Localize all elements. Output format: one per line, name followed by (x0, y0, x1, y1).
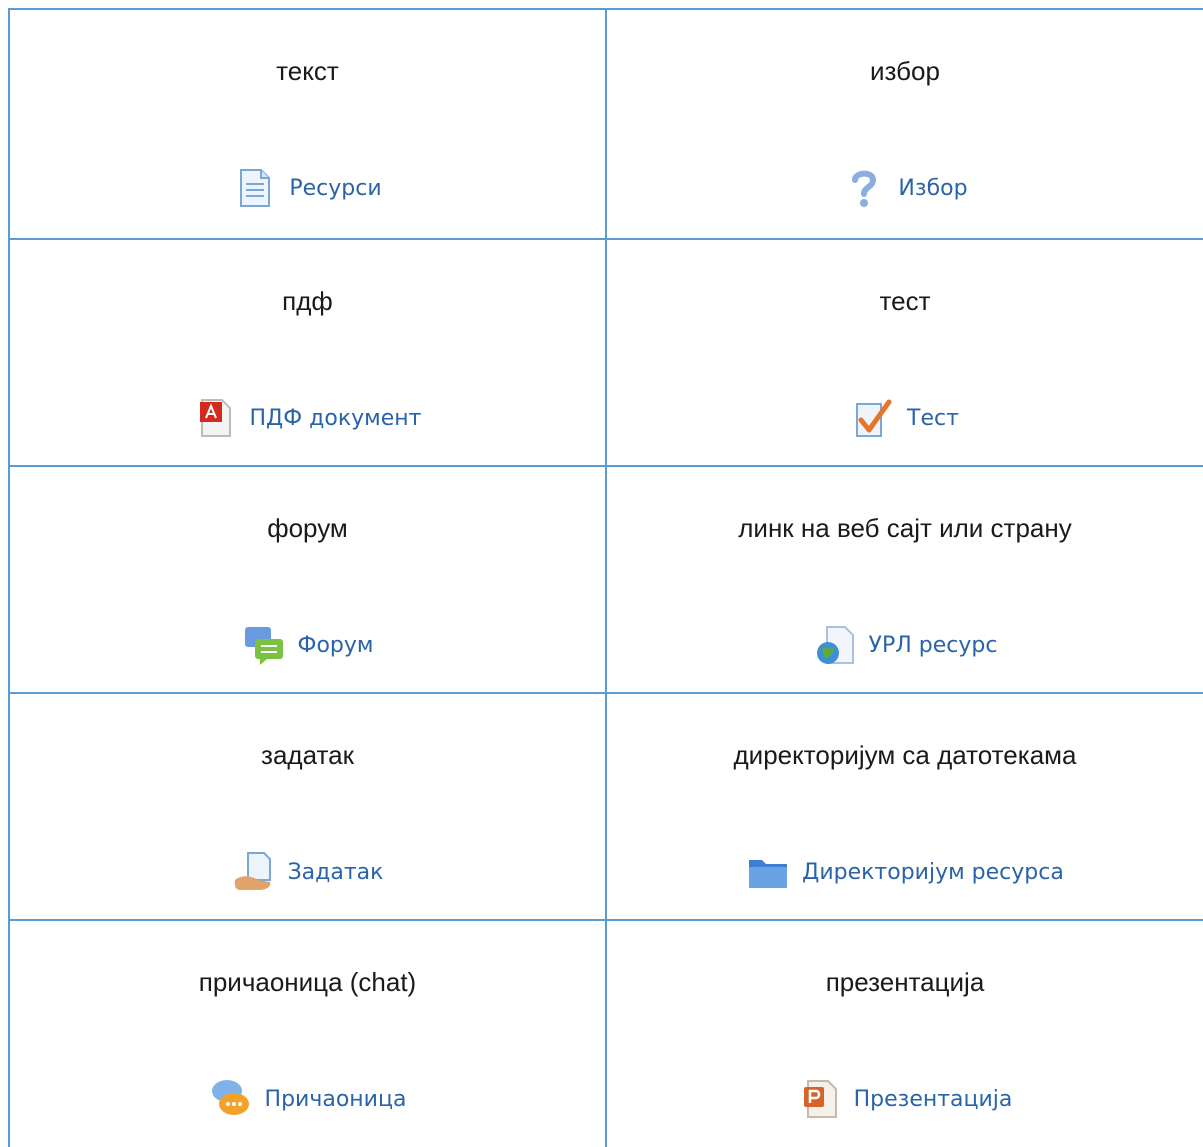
document-icon (233, 166, 277, 210)
cell-heading: задатак (261, 740, 354, 770)
cell-heading: текст (276, 56, 339, 86)
cell-heading: причаоница (chat) (198, 967, 417, 997)
table-cell: пдф ПДФ документ (8, 238, 607, 467)
cell-heading: линк на веб сајт или страну (738, 513, 1072, 543)
table-cell: причаоница (chat) Причаоница (8, 919, 607, 1147)
url-link-label: УРЛ ресурс (868, 632, 998, 658)
chat-link-label: Причаоница (264, 1086, 407, 1112)
folder-icon (746, 850, 790, 894)
forum-link-label: Форум (297, 632, 374, 658)
table-row: текст Ресурси избор Избор (8, 8, 1203, 240)
table-row: задатак Задатак директоријум са датотека… (8, 692, 1203, 921)
folder-link-label: Директоријум ресурса (802, 859, 1064, 885)
folder-link[interactable]: Директоријум ресурса (607, 850, 1203, 894)
table-row: форум Форум линк на веб сајт или страну … (8, 465, 1203, 694)
resource-link[interactable]: Ресурси (10, 166, 605, 210)
assignment-link[interactable]: Задатак (10, 850, 605, 894)
table-cell: текст Ресурси (8, 8, 607, 240)
presentation-link[interactable]: Презентација (607, 1077, 1203, 1121)
globe-page-icon (813, 623, 857, 667)
checkmark-quiz-icon (851, 396, 895, 440)
chat-link[interactable]: Причаоница (10, 1077, 605, 1121)
table-cell: избор Избор (605, 8, 1203, 240)
table-row: пдф ПДФ документ тест Тест (8, 238, 1203, 467)
table-cell: тест Тест (605, 238, 1203, 467)
activity-table: текст Ресурси избор Избор пдф ПДФ докуме… (8, 8, 1203, 1147)
table-cell: форум Форум (8, 465, 607, 694)
chat-bubbles-icon (209, 1077, 253, 1121)
hand-document-icon (232, 850, 276, 894)
cell-heading: пдф (282, 286, 333, 316)
table-cell: линк на веб сајт или страну УРЛ ресурс (605, 465, 1203, 694)
cell-heading: избор (870, 56, 940, 86)
pdf-link[interactable]: ПДФ документ (10, 396, 605, 440)
choice-link[interactable]: Избор (607, 166, 1203, 210)
cell-heading: директоријум са датотекама (733, 740, 1077, 770)
table-cell: презентација Презентација (605, 919, 1203, 1147)
quiz-link-label: Тест (907, 405, 959, 431)
table-cell: директоријум са датотекама Директоријум … (605, 692, 1203, 921)
cell-heading: презентација (825, 967, 985, 997)
quiz-link[interactable]: Тест (607, 396, 1203, 440)
resource-link-label: Ресурси (289, 175, 382, 201)
pdf-link-label: ПДФ документ (249, 405, 422, 431)
table-cell: задатак Задатак (8, 692, 607, 921)
assignment-link-label: Задатак (287, 859, 384, 885)
question-mark-icon (842, 166, 886, 210)
cell-heading: тест (879, 286, 931, 316)
presentation-link-label: Презентација (853, 1086, 1013, 1112)
forum-link[interactable]: Форум (10, 623, 605, 667)
pdf-icon (194, 396, 238, 440)
cell-heading: форум (267, 513, 348, 543)
forum-bubbles-icon (242, 623, 286, 667)
url-link[interactable]: УРЛ ресурс (607, 623, 1203, 667)
choice-link-label: Избор (898, 175, 968, 201)
powerpoint-icon (798, 1077, 842, 1121)
table-row: причаоница (chat) Причаоница презентациј… (8, 919, 1203, 1147)
